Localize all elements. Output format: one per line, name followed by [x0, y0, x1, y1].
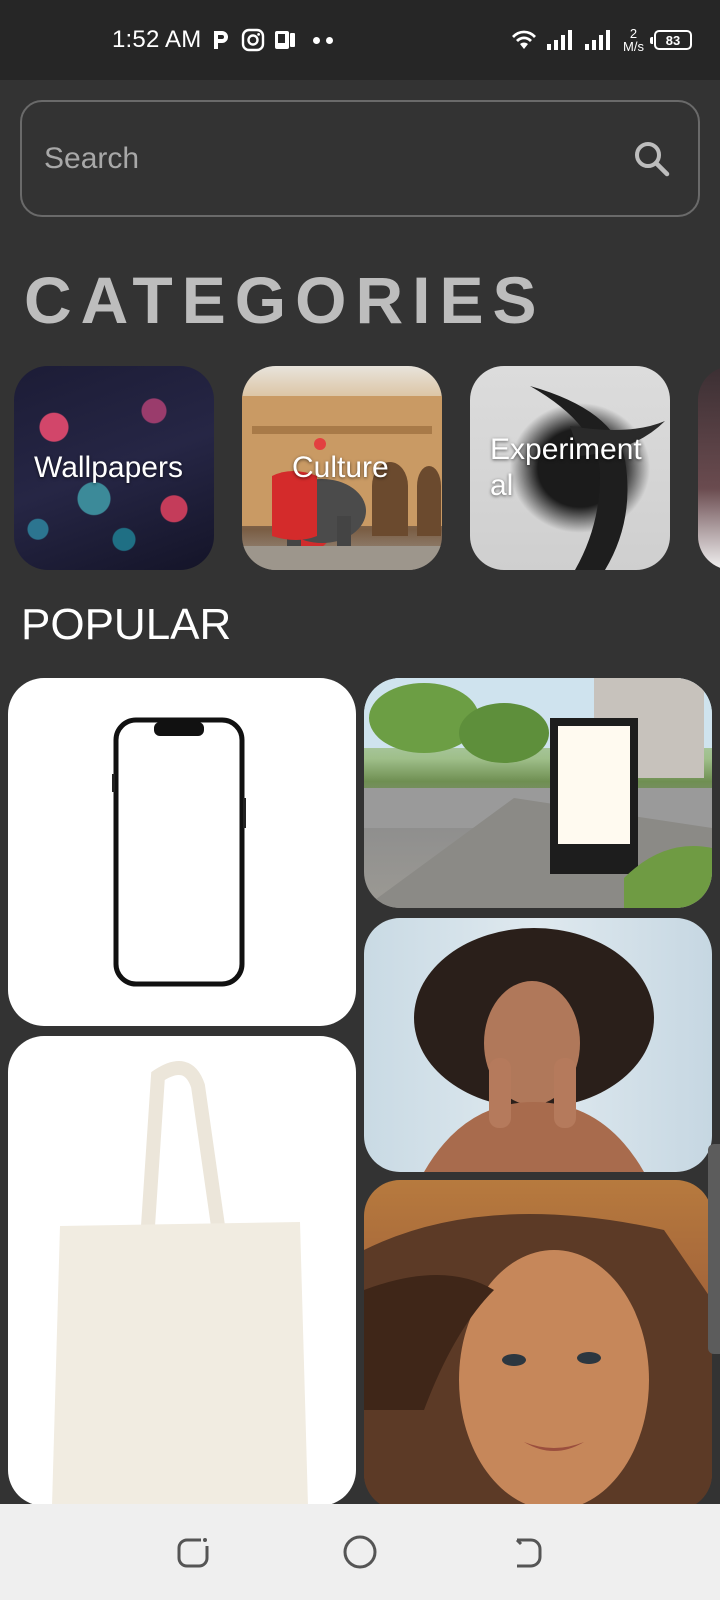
status-app-icons [209, 28, 297, 52]
back-icon[interactable] [505, 1530, 549, 1574]
popular-item-billboard-mockup[interactable] [364, 678, 712, 908]
popular-item-phone-mockup[interactable] [8, 678, 356, 1026]
battery-level: 83 [665, 32, 681, 48]
category-partial[interactable] [698, 366, 720, 570]
search-box[interactable] [20, 100, 700, 217]
more-dots-icon [313, 36, 334, 44]
category-wallpapers[interactable]: Wallpapers [14, 366, 214, 570]
curly-portrait-image [414, 928, 654, 1172]
billboard-image [364, 678, 712, 908]
categories-list[interactable]: Wallpapers Culture Experimental [14, 366, 720, 570]
popular-item-tote-mockup[interactable] [8, 1036, 356, 1506]
network-speed: 2 M/s [623, 27, 644, 53]
category-experimental[interactable]: Experimental [470, 366, 670, 570]
instagram-icon [242, 28, 265, 52]
p-app-icon [214, 31, 229, 49]
category-label: Culture [292, 451, 389, 484]
home-icon[interactable] [338, 1530, 382, 1574]
phone-mockup-image [112, 717, 246, 987]
status-bar: 1:52 AM 2 M/s 83 [0, 0, 720, 80]
category-label: Experimental [490, 433, 642, 502]
category-culture[interactable]: Culture [242, 366, 442, 570]
recents-icon[interactable] [171, 1530, 215, 1574]
network-speed-unit: M/s [623, 39, 644, 54]
scrollbar-thumb[interactable] [708, 1144, 720, 1354]
search-input[interactable] [44, 141, 632, 176]
popular-title: POPULAR [21, 600, 232, 649]
tote-bag-image [52, 1061, 308, 1506]
status-time: 1:52 AM [112, 26, 202, 53]
woman-portrait-image [364, 1214, 712, 1510]
docs-icon [275, 31, 296, 49]
wifi-icon [512, 30, 537, 49]
popular-item-curly-portrait[interactable] [364, 918, 712, 1172]
search-icon[interactable] [632, 139, 672, 179]
status-right: 2 M/s 83 [511, 27, 692, 53]
battery-icon: 83 [650, 30, 692, 50]
signal-icon-2 [585, 30, 611, 50]
navigation-bar [0, 1504, 720, 1600]
popular-item-woman-portrait[interactable] [364, 1180, 712, 1510]
category-label: Wallpapers [34, 451, 183, 484]
categories-title: CATEGORIES [24, 263, 546, 337]
signal-icon [547, 30, 573, 50]
